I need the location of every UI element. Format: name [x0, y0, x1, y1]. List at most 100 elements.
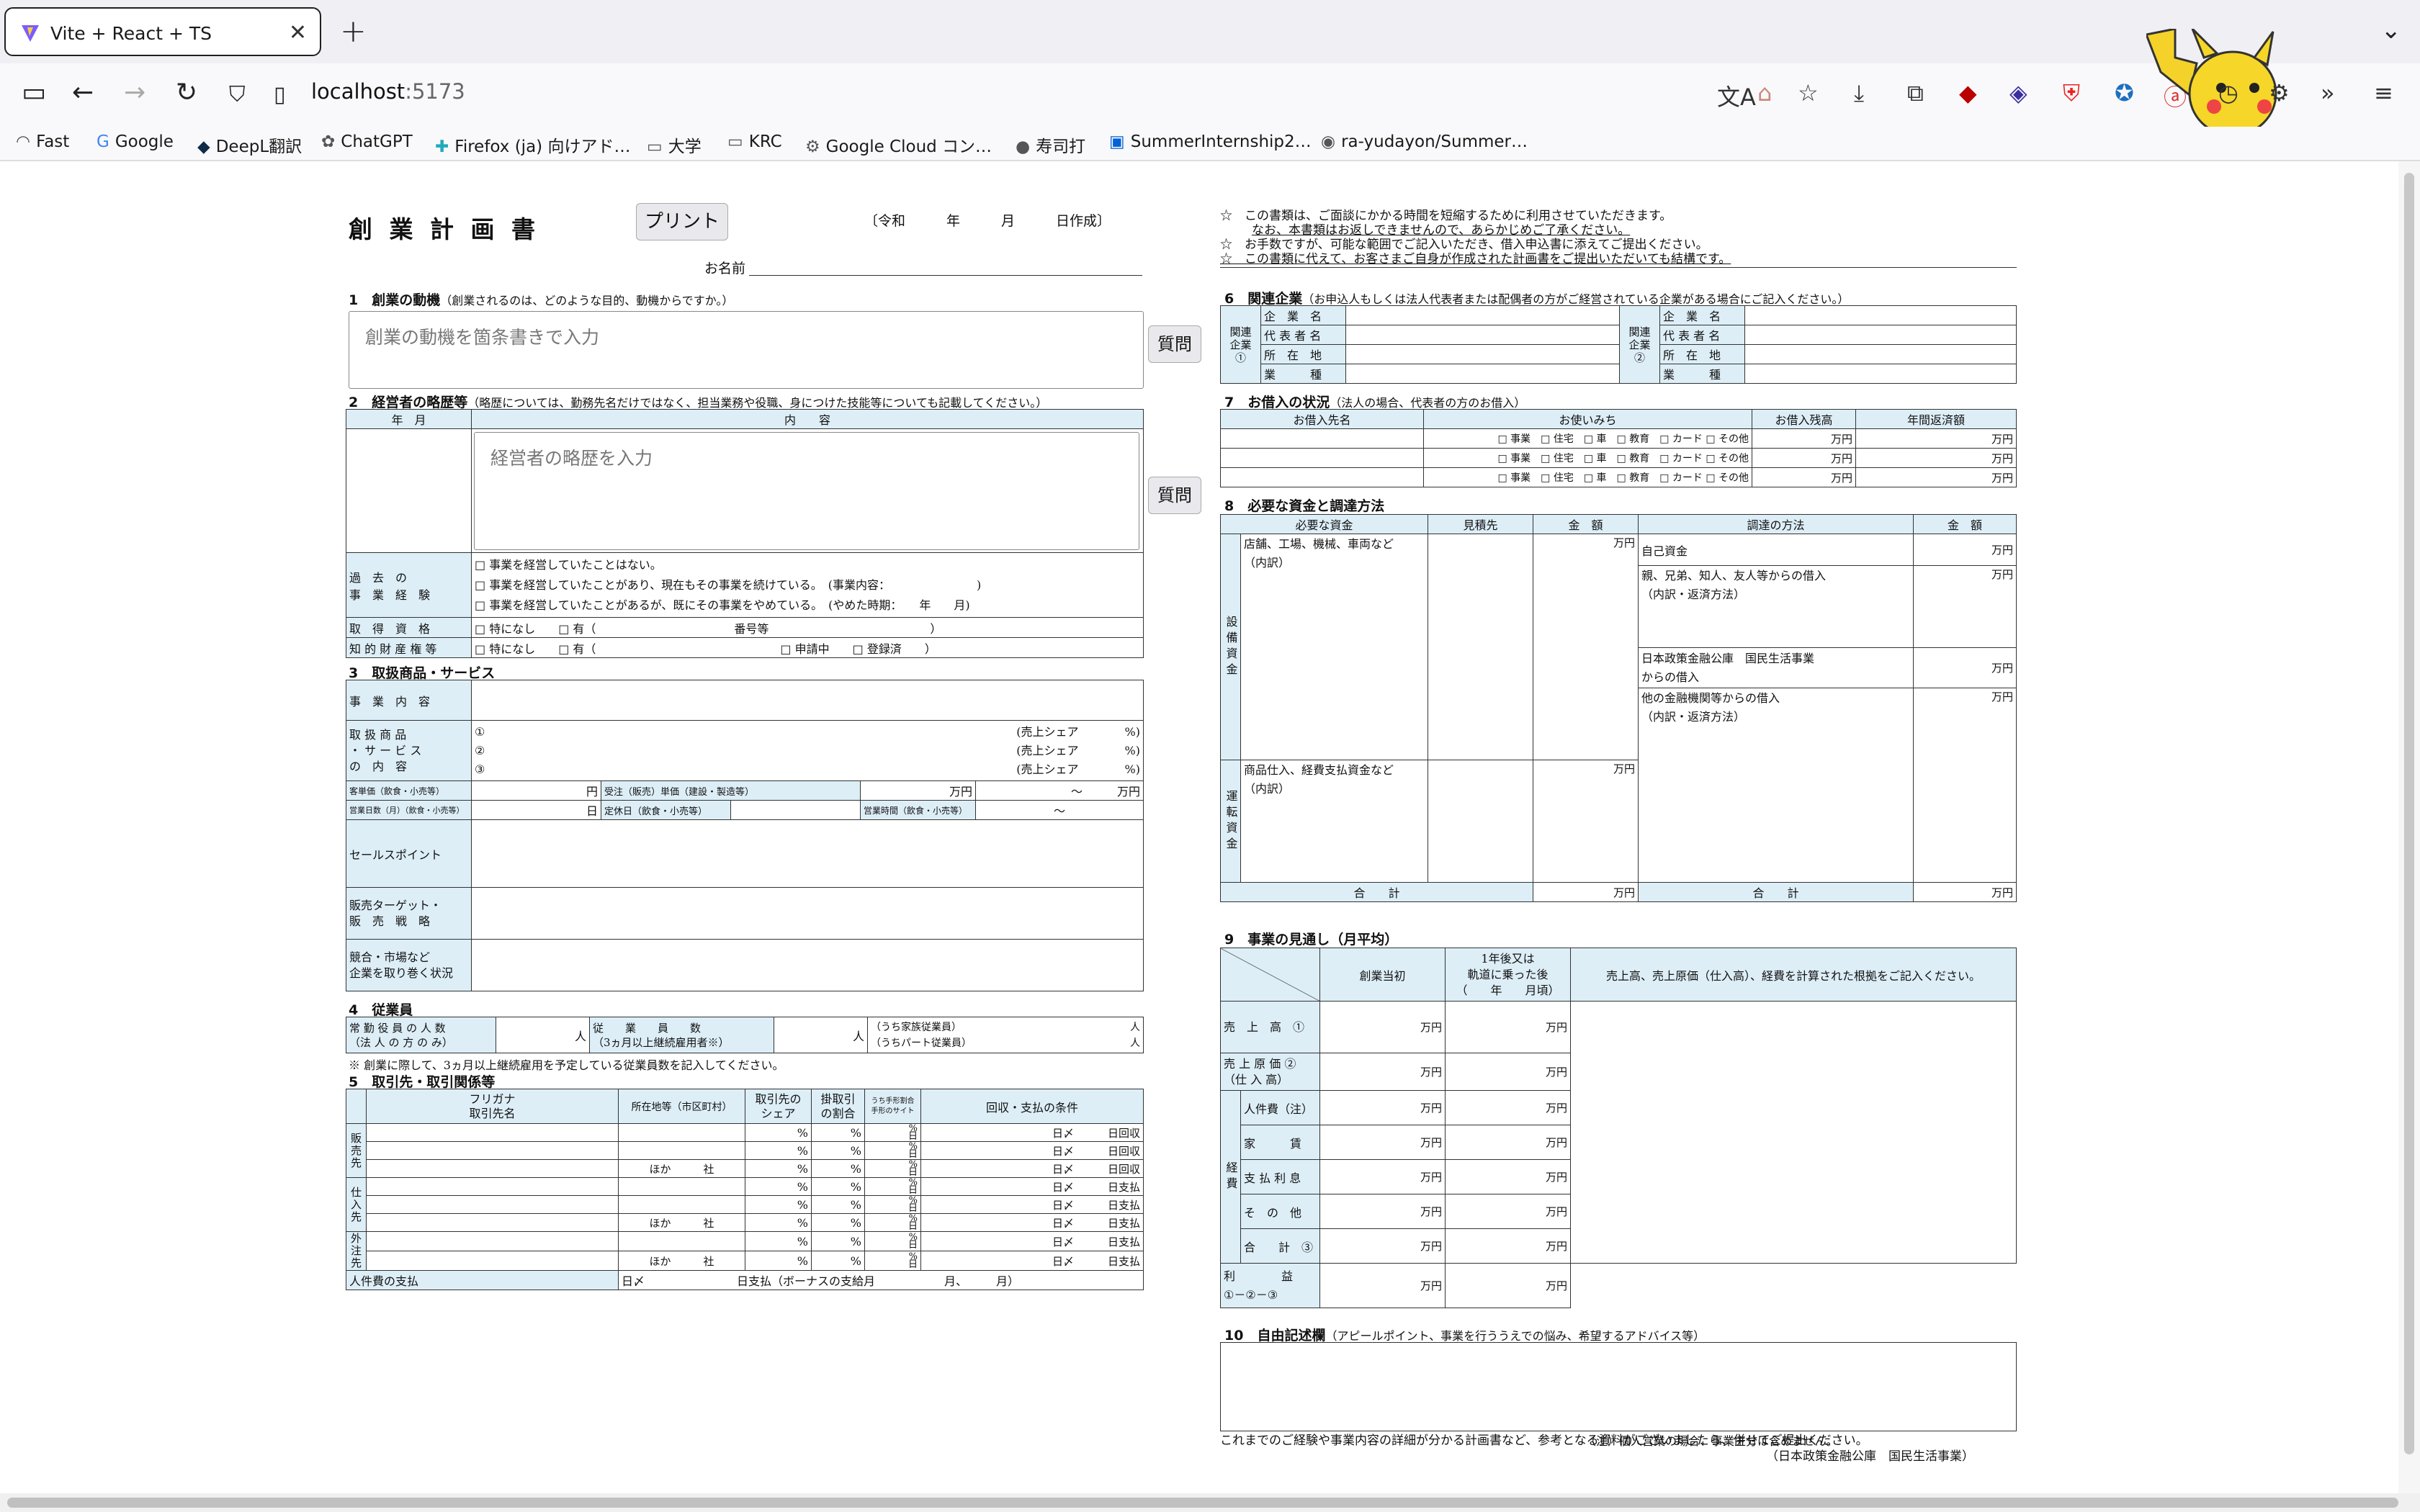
settings-gear-icon[interactable]: ⚙: [2269, 79, 2290, 107]
partner-share-cell[interactable]: %: [745, 1251, 812, 1271]
partner-name-cell[interactable]: [366, 1159, 619, 1178]
bookmark-google[interactable]: G Google: [97, 132, 174, 151]
sales-point-cell[interactable]: [471, 819, 1144, 888]
loan-lender-cell[interactable]: [1220, 448, 1424, 468]
overflow-chevrons-icon[interactable]: »: [2321, 79, 2335, 107]
partner-terms-cell[interactable]: 日〆 日回収: [920, 1141, 1144, 1160]
download-icon[interactable]: ⤓: [1854, 79, 1864, 107]
related-field-value[interactable]: [1744, 344, 2017, 364]
extensions-icon[interactable]: ⧉: [1907, 79, 1924, 107]
bookmark-chatgpt[interactable]: ✿ ChatGPT: [321, 132, 413, 151]
extension-circle-icon[interactable]: ✪: [2115, 79, 2134, 107]
source-total-amount[interactable]: 万円: [1913, 882, 2017, 902]
order-price-to[interactable]: ～ 万円: [975, 780, 1144, 801]
partner-ratio-cell[interactable]: %: [811, 1213, 865, 1232]
partner-site-cell[interactable]: % 日: [864, 1123, 921, 1142]
ip-options[interactable]: □ 特になし □ 有（ □ 申請中 □ 登録済 ）: [471, 637, 1144, 658]
partner-ratio-cell[interactable]: %: [811, 1123, 865, 1142]
loan-repayment-cell[interactable]: 万円: [1855, 428, 2017, 449]
partner-ratio-cell[interactable]: %: [811, 1231, 865, 1251]
source-jfc-amount[interactable]: 万円: [1913, 647, 2017, 688]
outlook-initial-cell[interactable]: 万円: [1319, 1001, 1446, 1053]
partner-share-cell[interactable]: %: [745, 1177, 812, 1196]
extension-layer-icon[interactable]: ◈: [2009, 79, 2027, 107]
outlook-initial-cell[interactable]: 万円: [1319, 1053, 1446, 1091]
partner-ratio-cell[interactable]: %: [811, 1177, 865, 1196]
partner-share-cell[interactable]: %: [745, 1123, 812, 1142]
bookmark-firefox-addons[interactable]: ✚ Firefox (ja) 向けアド…: [435, 132, 630, 157]
partner-name-cell[interactable]: [366, 1251, 619, 1271]
experience-option-none[interactable]: □ 事業を経営していたことはない。: [475, 555, 1140, 575]
bookmark-fast[interactable]: ◠ Fast: [16, 132, 69, 151]
loan-use-cell[interactable]: □ 事業 □ 住宅 □ 車 □ 教育 □ カード □ その他: [1423, 467, 1752, 487]
page-info-icon[interactable]: ▯: [274, 82, 286, 107]
working-amount[interactable]: 万円: [1533, 760, 1639, 883]
employees-cell[interactable]: 人: [774, 1017, 868, 1053]
outlook-later-cell[interactable]: 万円: [1445, 1125, 1571, 1160]
new-tab-icon[interactable]: +: [340, 13, 367, 50]
partner-terms-cell[interactable]: 日〆 日回収: [920, 1159, 1144, 1178]
outlook-later-cell[interactable]: 万円: [1445, 1194, 1571, 1229]
partner-location-cell[interactable]: ほか 社: [618, 1251, 745, 1271]
related-field-value[interactable]: [1744, 364, 2017, 384]
part-row[interactable]: （うちパート従業員）人: [871, 1035, 1140, 1051]
related-field-value[interactable]: [1345, 364, 1620, 384]
outlook-later-cell[interactable]: 万円: [1445, 1228, 1571, 1264]
partner-location-cell[interactable]: [618, 1141, 745, 1160]
vertical-scrollbar[interactable]: [2398, 161, 2420, 1493]
home-icon[interactable]: ⌂: [1757, 79, 1772, 107]
working-estimate[interactable]: [1428, 760, 1534, 883]
hours-cell[interactable]: ～: [975, 800, 1144, 820]
clock-icon[interactable]: ◷: [2218, 79, 2238, 107]
partner-name-cell[interactable]: [366, 1141, 619, 1160]
partner-name-cell[interactable]: [366, 1195, 619, 1214]
brave-shield-icon[interactable]: ⛨: [2063, 79, 2080, 107]
partner-site-cell[interactable]: % 日: [864, 1159, 921, 1178]
close-tab-icon[interactable]: ✕: [289, 20, 307, 45]
tab-list-chevron-icon[interactable]: ⌄: [2381, 16, 2402, 45]
bookmark-google-cloud[interactable]: ⚙ Google Cloud コン…: [805, 132, 992, 157]
partner-terms-cell[interactable]: 日〆 日支払: [920, 1195, 1144, 1214]
forward-icon[interactable]: →: [124, 78, 145, 107]
horizontal-scrollbar[interactable]: [0, 1493, 2420, 1512]
partner-site-cell[interactable]: % 日: [864, 1251, 921, 1271]
partner-name-cell[interactable]: [366, 1177, 619, 1196]
loan-lender-cell[interactable]: [1220, 428, 1424, 449]
tab-active[interactable]: Vite + React + TS ✕: [4, 7, 321, 56]
partner-location-cell[interactable]: [618, 1123, 745, 1142]
reload-icon[interactable]: ↻: [176, 78, 197, 107]
payroll-cell[interactable]: 日〆 日支払（ボーナスの支給月 月、 月）: [618, 1270, 1144, 1290]
days-cell[interactable]: 日: [471, 800, 601, 820]
partner-share-cell[interactable]: %: [745, 1213, 812, 1232]
partner-ratio-cell[interactable]: %: [811, 1141, 865, 1160]
goods-row-2[interactable]: ② (売上シェア %): [475, 742, 1140, 760]
horizontal-scroll-thumb[interactable]: [7, 1498, 2398, 1508]
outlook-initial-cell[interactable]: 万円: [1319, 1159, 1446, 1194]
ask-motivation-button[interactable]: 質問: [1148, 325, 1201, 363]
partner-terms-cell[interactable]: 日〆 日回収: [920, 1123, 1144, 1142]
partner-terms-cell[interactable]: 日〆 日支払: [920, 1177, 1144, 1196]
bookmark-github-repo[interactable]: ◉ ra-yudayon/Summer…: [1321, 132, 1528, 151]
partner-location-cell[interactable]: [618, 1177, 745, 1196]
loan-use-cell[interactable]: □ 事業 □ 住宅 □ 車 □ 教育 □ カード □ その他: [1423, 448, 1752, 468]
source-own-amount[interactable]: 万円: [1913, 534, 2017, 566]
partner-site-cell[interactable]: % 日: [864, 1177, 921, 1196]
outlook-basis-cell[interactable]: [1570, 1001, 2017, 1264]
free-text-box[interactable]: [1220, 1342, 2017, 1431]
experience-option-current[interactable]: □ 事業を経営していたことがあり、現在もその事業を続けている。 (事業内容： ): [475, 575, 1140, 595]
partner-ratio-cell[interactable]: %: [811, 1251, 865, 1271]
ublock-icon[interactable]: ◆: [1959, 79, 1977, 107]
partner-site-cell[interactable]: % 日: [864, 1195, 921, 1214]
partner-site-cell[interactable]: % 日: [864, 1231, 921, 1251]
experience-option-past[interactable]: □ 事業を経営していたことがあるが、既にその事業をやめている。 (やめた時期： …: [475, 595, 1140, 616]
working-items[interactable]: 商品仕入、経費支払資金など （内訳）: [1240, 760, 1429, 883]
goods-row-1[interactable]: ① (売上シェア %): [475, 723, 1140, 742]
partner-terms-cell[interactable]: 日〆 日支払: [920, 1213, 1144, 1232]
motivation-textarea[interactable]: 創業の動機を箇条書きで入力: [349, 311, 1144, 389]
related-field-value[interactable]: [1744, 305, 2017, 325]
source-family-amount[interactable]: 万円: [1913, 565, 2017, 648]
partner-terms-cell[interactable]: 日〆 日支払: [920, 1231, 1144, 1251]
holiday-cell[interactable]: [730, 800, 861, 820]
need-total-amount[interactable]: 万円: [1533, 882, 1639, 902]
loan-lender-cell[interactable]: [1220, 467, 1424, 487]
